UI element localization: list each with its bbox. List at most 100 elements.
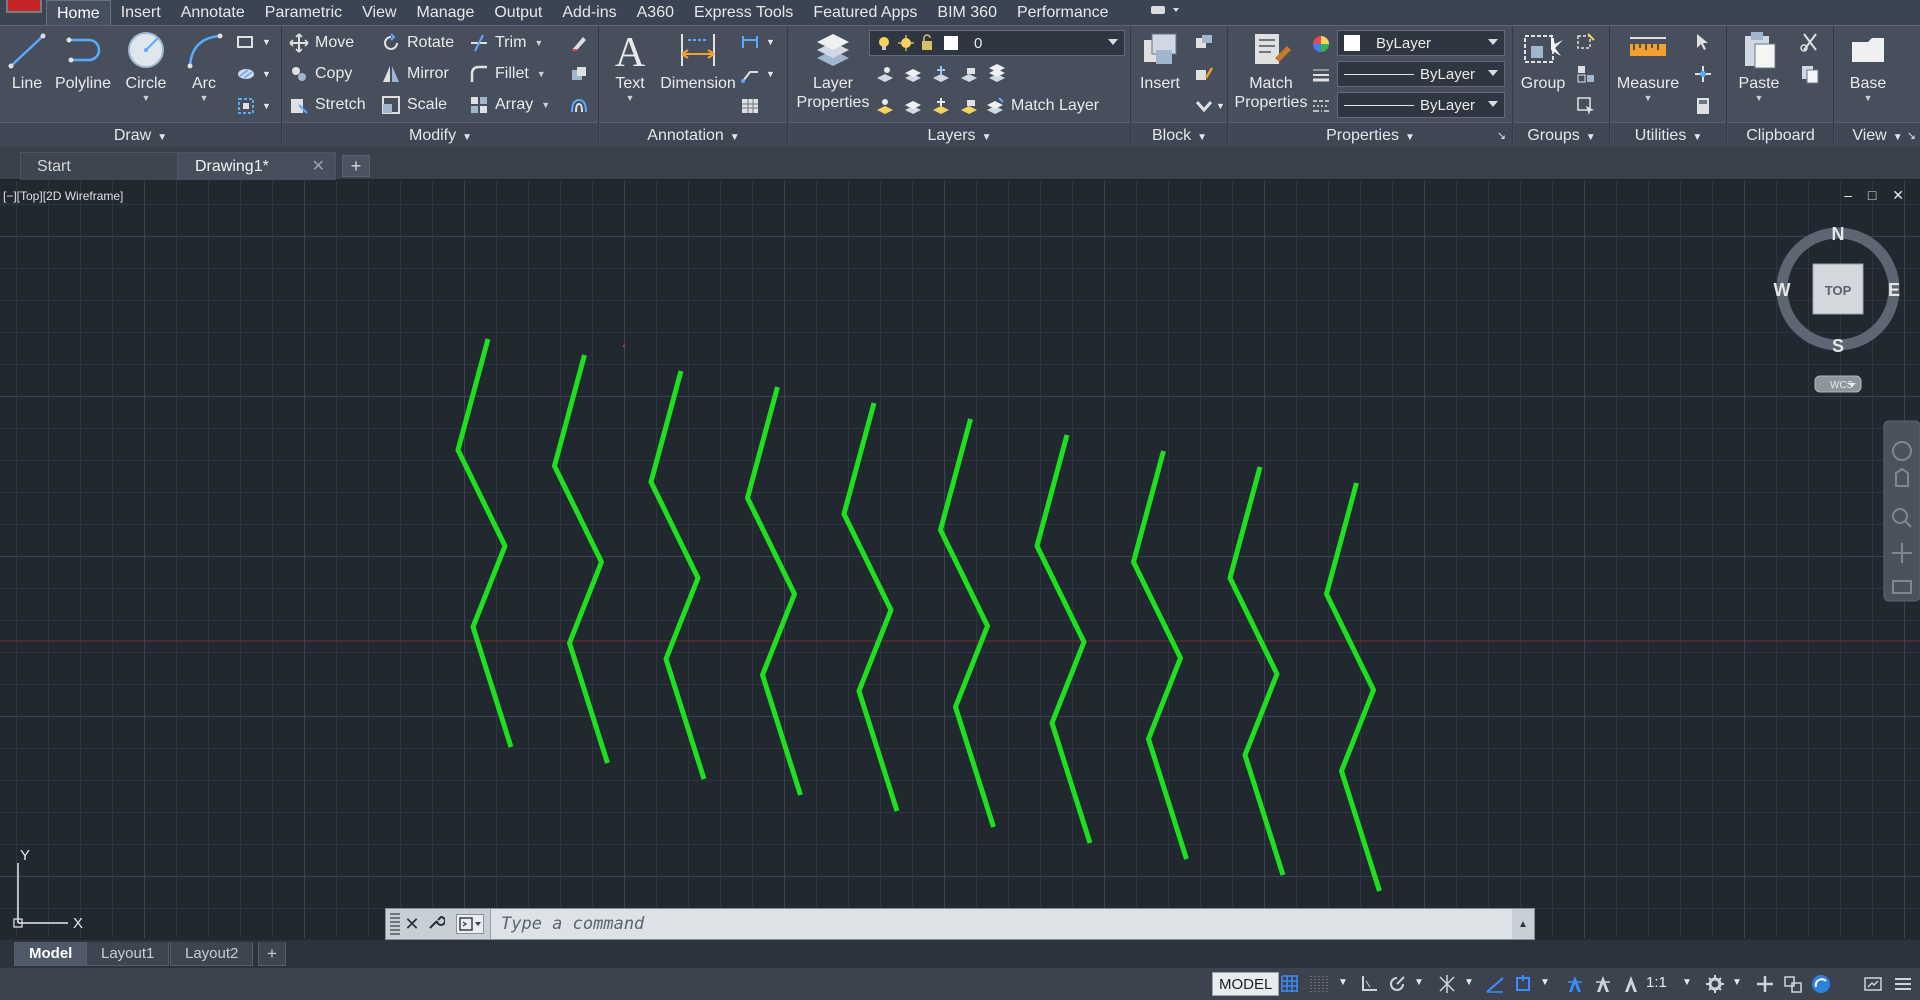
paste-dropdown-icon[interactable]: ▼ <box>1730 93 1788 103</box>
recent-commands-icon[interactable] <box>456 914 484 934</box>
copy-button[interactable]: Copy <box>289 61 352 87</box>
auto-scale-icon[interactable] <box>1592 973 1614 995</box>
navigation-bar[interactable] <box>1883 420 1920 602</box>
ungroup-icon[interactable] <box>1576 32 1596 52</box>
tab-view[interactable]: View <box>352 0 406 25</box>
text-button[interactable]: A Text ▼ <box>606 30 654 103</box>
layer-dropdown[interactable]: 0 <box>869 30 1125 56</box>
explode-icon[interactable] <box>569 64 589 84</box>
tab-add-ins[interactable]: Add-ins <box>552 0 626 25</box>
isodraft-icon[interactable] <box>1436 973 1458 995</box>
block-panel-title[interactable]: Block ▼ <box>1132 122 1227 148</box>
layer-off-icon[interactable] <box>875 64 895 84</box>
annotation-scale-dropdown-icon[interactable]: ▼ <box>1682 977 1692 988</box>
properties-dialog-launcher-icon[interactable]: ↘ <box>1497 123 1506 149</box>
tab-home[interactable]: Home <box>46 0 111 25</box>
match-properties-button[interactable]: Match Properties <box>1231 30 1311 112</box>
base-dropdown-icon[interactable]: ▼ <box>1843 93 1893 103</box>
color-dropdown[interactable]: ByLayer <box>1337 30 1505 56</box>
id-point-icon[interactable] <box>1693 64 1713 84</box>
hatch-icon[interactable] <box>236 64 256 84</box>
customization-menu-icon[interactable] <box>1892 973 1914 995</box>
circle-dropdown-icon[interactable]: ▼ <box>118 93 174 103</box>
annotation-visibility-icon[interactable] <box>1564 973 1586 995</box>
base-button[interactable]: Base ▼ <box>1843 30 1893 103</box>
modify-panel-title[interactable]: Modify ▼ <box>283 122 598 148</box>
tab-parametric[interactable]: Parametric <box>255 0 352 25</box>
fillet-dropdown-icon[interactable]: ▼ <box>537 69 546 79</box>
new-layout-tab-button[interactable]: + <box>258 942 286 966</box>
linear-dimension-icon[interactable] <box>740 32 760 52</box>
properties-panel-title[interactable]: Properties ▼ ↘ <box>1229 122 1512 148</box>
edit-attributes-dropdown-icon[interactable]: ▼ <box>1216 93 1225 119</box>
tab-express-tools[interactable]: Express Tools <box>684 0 803 25</box>
match-layer-button[interactable]: Match Layer <box>985 93 1099 119</box>
move-button[interactable]: Move <box>289 30 354 56</box>
zigzag-polyline[interactable] <box>1324 482 1382 892</box>
compass-south-label[interactable]: S <box>1832 336 1844 356</box>
snap-mode-icon[interactable] <box>1308 973 1330 995</box>
layer-isolate-icon[interactable] <box>903 64 923 84</box>
array-dropdown-icon[interactable]: ▼ <box>541 100 550 110</box>
paste-button[interactable]: Paste ▼ <box>1730 30 1788 103</box>
ribbon-display-toggle-icon[interactable] <box>1149 0 1183 25</box>
mirror-button[interactable]: Mirror <box>381 61 449 87</box>
measure-button[interactable]: Measure ▼ <box>1613 30 1683 103</box>
zigzag-polyline[interactable] <box>648 370 707 780</box>
polar-tracking-icon[interactable] <box>1386 973 1408 995</box>
linetype-dropdown[interactable]: ByLayer <box>1337 92 1505 118</box>
measure-dropdown-icon[interactable]: ▼ <box>1613 93 1683 103</box>
ortho-icon[interactable] <box>1358 973 1380 995</box>
tab-a360[interactable]: A360 <box>627 0 684 25</box>
annotation-scale-value[interactable]: 1:1 <box>1646 974 1667 991</box>
erase-icon[interactable] <box>569 33 589 53</box>
zigzag-polylines[interactable] <box>455 338 1382 892</box>
close-command-line-icon[interactable]: ✕ <box>400 914 424 935</box>
arc-dropdown-icon[interactable]: ▼ <box>178 93 230 103</box>
object-snap-tracking-icon[interactable] <box>1484 973 1506 995</box>
edit-block-icon[interactable] <box>1194 64 1214 84</box>
group-edit-icon[interactable] <box>1576 64 1596 84</box>
groups-panel-title[interactable]: Groups ▼ <box>1514 122 1609 148</box>
insert-button[interactable]: Insert <box>1134 30 1186 93</box>
layer-thaw-icon[interactable] <box>931 96 951 116</box>
tab-model[interactable]: Model <box>14 942 88 966</box>
make-current-icon[interactable] <box>875 96 895 116</box>
workspace-switching-icon[interactable] <box>1704 973 1726 995</box>
tab-featured-apps[interactable]: Featured Apps <box>803 0 927 25</box>
create-block-icon[interactable] <box>1194 32 1214 52</box>
trim-button[interactable]: Trim ▼ <box>469 30 543 56</box>
tab-layout1[interactable]: Layout1 <box>86 942 170 966</box>
object-snap-icon[interactable] <box>1512 973 1534 995</box>
quick-select-icon[interactable] <box>1693 32 1713 52</box>
zigzag-polyline[interactable] <box>841 402 900 812</box>
zigzag-polyline[interactable] <box>1034 434 1093 844</box>
arc-button[interactable]: Arc ▼ <box>178 30 230 103</box>
compass-east-label[interactable]: E <box>1888 280 1900 300</box>
offset-icon[interactable] <box>569 95 589 115</box>
tab-output[interactable]: Output <box>484 0 552 25</box>
view-panel-title[interactable]: View ▼ ↘ <box>1835 122 1920 148</box>
command-input[interactable] <box>490 909 1512 939</box>
zigzag-polyline[interactable] <box>1227 466 1286 876</box>
hardware-acceleration-icon[interactable] <box>1810 973 1832 995</box>
draw-panel-title[interactable]: Draw ▼ <box>0 122 281 148</box>
clean-screen-icon[interactable] <box>1862 973 1884 995</box>
circle-button[interactable]: Circle ▼ <box>118 30 174 103</box>
close-tab-icon[interactable]: ✕ <box>312 153 325 181</box>
workspace-dropdown-icon[interactable]: ▼ <box>1732 977 1742 988</box>
scale-button[interactable]: Scale <box>381 92 447 118</box>
leader-icon[interactable] <box>740 64 760 84</box>
array-button[interactable]: Array ▼ <box>469 92 550 118</box>
command-line-grip-icon[interactable] <box>390 913 400 935</box>
clipboard-panel-title[interactable]: Clipboard <box>1728 122 1833 148</box>
annotation-scale-icon[interactable] <box>1620 973 1642 995</box>
zigzag-polyline[interactable] <box>1131 450 1189 860</box>
customize-command-line-icon[interactable] <box>424 913 448 936</box>
rectangle-icon[interactable] <box>236 32 256 52</box>
tab-performance[interactable]: Performance <box>1007 0 1119 25</box>
boundary-dropdown-icon[interactable]: ▼ <box>262 93 271 119</box>
annotation-monitor-icon[interactable] <box>1754 973 1776 995</box>
command-history-toggle-icon[interactable]: ▲ <box>1512 919 1534 930</box>
tab-bim-360[interactable]: BIM 360 <box>927 0 1007 25</box>
